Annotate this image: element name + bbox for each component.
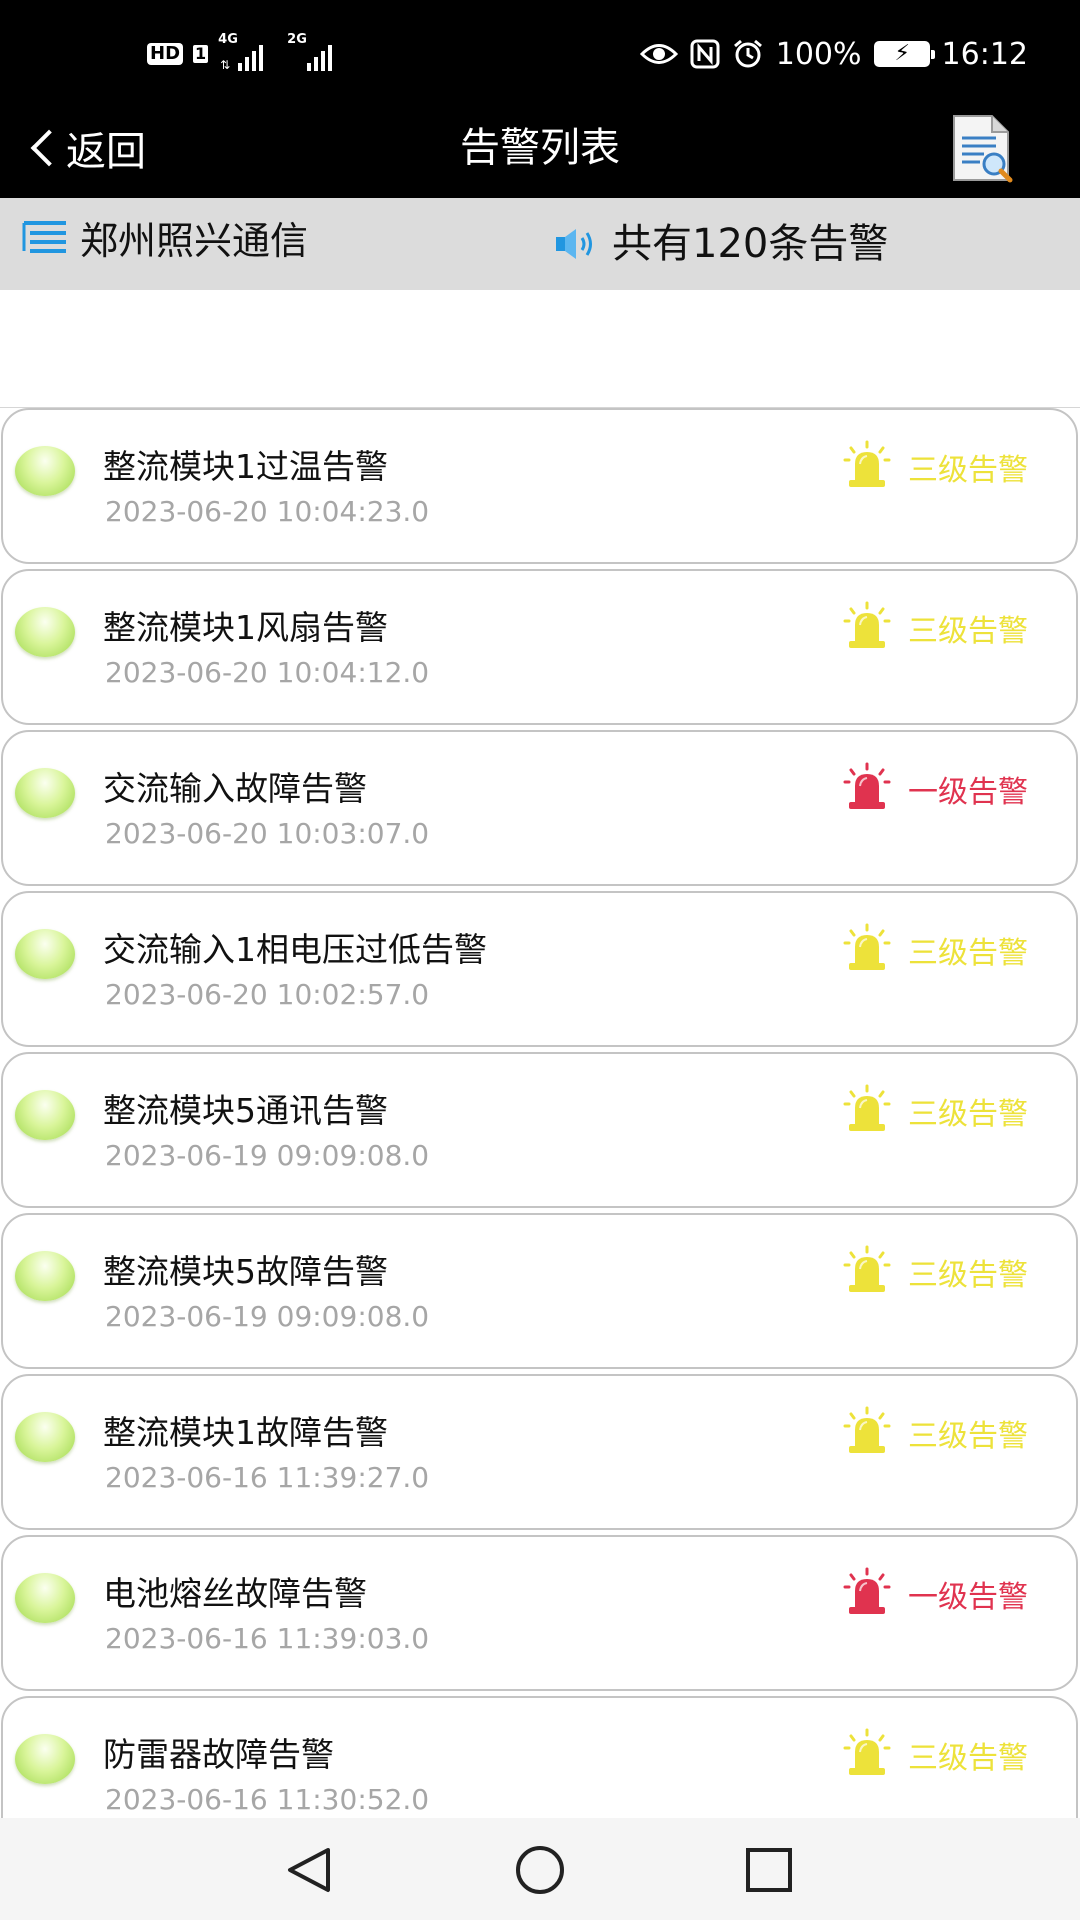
- alarm-list-item[interactable]: 防雷器故障告警 2023-06-16 11:30:52.0 三级告警: [1, 1696, 1078, 1818]
- status-dot-icon: [15, 1090, 75, 1140]
- alarm-name: 交流输入1相电压过低告警: [103, 930, 487, 969]
- info-bar: 郑州照兴通信 共有120条告警: [0, 198, 1080, 290]
- status-dot-icon: [15, 1412, 75, 1462]
- chevron-left-icon: [30, 129, 68, 167]
- status-dot-icon: [15, 1251, 75, 1301]
- status-dot-icon: [15, 607, 75, 657]
- battery-icon: ⚡: [873, 41, 935, 67]
- alarm-level: 三级告警: [908, 453, 1028, 488]
- nav-home-icon[interactable]: [512, 1844, 568, 1896]
- speaker-icon: [556, 229, 592, 259]
- status-dot-icon: [15, 929, 75, 979]
- nav-recents-icon[interactable]: [742, 1844, 798, 1896]
- alarm-name: 交流输入故障告警: [103, 769, 367, 808]
- nav-back-icon[interactable]: [282, 1844, 338, 1896]
- nfc-icon: [690, 39, 720, 69]
- alarm-clock-icon: [733, 39, 762, 68]
- alarm-time: 2023-06-19 09:09:08.0: [105, 1139, 430, 1172]
- hd-badge: HD: [147, 43, 184, 65]
- status-dot-icon: [15, 446, 75, 496]
- title-bar: 告警列表 返回: [0, 100, 1080, 198]
- eye-icon: [639, 44, 678, 64]
- alarm-list[interactable]: 整流模块1过温告警 2023-06-20 10:04:23.0 三级告警 整流模块1风…: [0, 408, 1080, 1818]
- alarm-name: 整流模块5故障告警: [103, 1252, 388, 1291]
- alarm-list-item[interactable]: 整流模块1故障告警 2023-06-16 11:39:27.0 三级告警: [1, 1374, 1078, 1530]
- alarm-list-item[interactable]: 交流输入故障告警 2023-06-20 10:03:07.0 一级告警: [1, 730, 1078, 886]
- alarm-time: 2023-06-20 10:02:57.0: [105, 978, 430, 1011]
- alarm-level: 三级告警: [908, 1419, 1028, 1454]
- list-menu-icon[interactable]: [22, 220, 68, 260]
- status-right: 100% ⚡ 16:12: [639, 34, 1028, 74]
- alarm-level: 三级告警: [908, 1097, 1028, 1132]
- siren-icon: [843, 1567, 891, 1614]
- siren-icon: [843, 1245, 891, 1292]
- siren-icon: [843, 440, 891, 487]
- alarm-level: 三级告警: [908, 614, 1028, 649]
- status-dot-icon: [15, 1734, 75, 1784]
- siren-icon: [843, 1728, 891, 1775]
- siren-icon: [843, 762, 891, 809]
- net-2g-label: 2G: [287, 32, 307, 47]
- sim-number: 1: [193, 44, 209, 63]
- siren-icon: [843, 601, 891, 648]
- siren-icon: [843, 923, 891, 970]
- signal-2g-icon: 2G: [287, 33, 333, 71]
- alarm-time: 2023-06-16 11:39:03.0: [105, 1622, 430, 1655]
- status-bar: HD 1 4G ⇅ 2G 100% ⚡ 16:12: [0, 0, 1080, 100]
- alarm-list-item[interactable]: 整流模块1风扇告警 2023-06-20 10:04:12.0 三级告警: [1, 569, 1078, 725]
- alarm-name: 整流模块1故障告警: [103, 1413, 388, 1452]
- alarm-level: 三级告警: [908, 936, 1028, 971]
- alarm-time: 2023-06-20 10:04:12.0: [105, 656, 430, 689]
- alarm-time: 2023-06-19 09:09:08.0: [105, 1300, 430, 1333]
- status-left: HD 1 4G ⇅ 2G: [147, 33, 333, 74]
- alarm-list-item[interactable]: 整流模块1过温告警 2023-06-20 10:04:23.0 三级告警: [1, 408, 1078, 564]
- alarm-total-count: 共有120条告警: [612, 221, 889, 267]
- alarm-time: 2023-06-16 11:39:27.0: [105, 1461, 430, 1494]
- alarm-list-item[interactable]: 整流模块5故障告警 2023-06-19 09:09:08.0 三级告警: [1, 1213, 1078, 1369]
- status-dot-icon: [15, 1573, 75, 1623]
- alarm-level: 三级告警: [908, 1258, 1028, 1293]
- document-search-icon[interactable]: [950, 114, 1014, 184]
- page-title: 告警列表: [460, 125, 620, 171]
- alarm-time: 2023-06-20 10:03:07.0: [105, 817, 430, 850]
- alarm-list-item[interactable]: 交流输入1相电压过低告警 2023-06-20 10:02:57.0 三级告警: [1, 891, 1078, 1047]
- alarm-list-item[interactable]: 电池熔丝故障告警 2023-06-16 11:39:03.0 一级告警: [1, 1535, 1078, 1691]
- alarm-time: 2023-06-16 11:30:52.0: [105, 1783, 430, 1816]
- alarm-list-item[interactable]: 整流模块5通讯告警 2023-06-19 09:09:08.0 三级告警: [1, 1052, 1078, 1208]
- back-label: 返回: [66, 129, 146, 175]
- navigation-bar: [0, 1818, 1080, 1920]
- alarm-name: 整流模块1风扇告警: [103, 608, 388, 647]
- station-name: 郑州照兴通信: [80, 219, 309, 263]
- battery-percent: 100%: [775, 36, 862, 72]
- alarm-name: 整流模块1过温告警: [103, 447, 388, 486]
- alarm-level: 三级告警: [908, 1741, 1028, 1776]
- alarm-name: 电池熔丝故障告警: [103, 1574, 367, 1613]
- back-button[interactable]: 返回: [28, 120, 146, 176]
- alarm-time: 2023-06-20 10:04:23.0: [105, 495, 430, 528]
- signal-4g-icon: 4G ⇅: [218, 33, 264, 71]
- net-4g-label: 4G: [218, 32, 238, 47]
- siren-icon: [843, 1084, 891, 1131]
- alarm-name: 防雷器故障告警: [103, 1735, 334, 1774]
- siren-icon: [843, 1406, 891, 1453]
- alarm-level: 一级告警: [908, 775, 1028, 810]
- alarm-name: 整流模块5通讯告警: [103, 1091, 388, 1130]
- clock-time: 16:12: [941, 36, 1028, 72]
- alarm-level: 一级告警: [908, 1580, 1028, 1615]
- status-dot-icon: [15, 768, 75, 818]
